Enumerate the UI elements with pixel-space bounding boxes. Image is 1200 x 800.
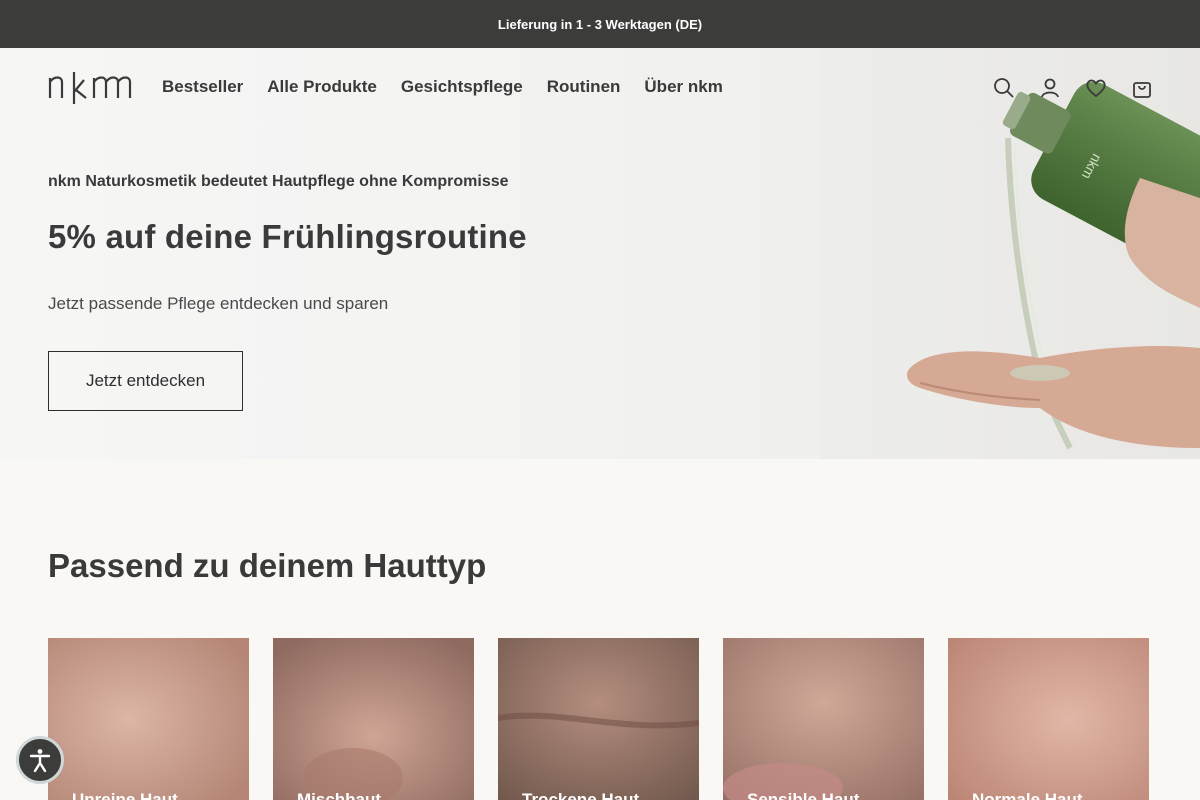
- nav-item-gesichtspflege[interactable]: Gesichtspflege: [401, 76, 523, 98]
- hero-subtitle: Jetzt passende Pflege entdecken und spar…: [48, 294, 389, 313]
- skin-types-title: Passend zu deinem Hauttyp: [48, 547, 487, 584]
- announcement-bar: Lieferung in 1 - 3 Werktagen (DE): [0, 0, 1200, 48]
- skin-type-label: Normale Haut: [972, 790, 1083, 800]
- skin-type-card-sensible-haut[interactable]: Sensible Haut: [723, 638, 924, 800]
- header-actions: [992, 76, 1154, 100]
- announcement-text: Lieferung in 1 - 3 Werktagen (DE): [497, 16, 703, 32]
- skin-type-label: Trockene Haut: [522, 790, 640, 800]
- skin-type-image: [498, 638, 699, 800]
- accessibility-icon: [29, 749, 51, 773]
- skin-type-card-mischhaut[interactable]: Mischhaut: [273, 638, 474, 800]
- skin-type-card-trockene-haut[interactable]: Trockene Haut: [498, 638, 699, 800]
- skin-type-card-normale-haut[interactable]: Normale Haut: [948, 638, 1149, 800]
- skin-type-card-unreine-haut[interactable]: Unreine Haut: [48, 638, 249, 800]
- skin-type-cards: Unreine Haut Mischhaut Trockene Haut Sen…: [48, 638, 1149, 800]
- account-icon[interactable]: [1038, 76, 1062, 100]
- nav-item-bestseller[interactable]: Bestseller: [162, 76, 243, 98]
- heart-icon[interactable]: [1084, 76, 1108, 100]
- hero-eyebrow: nkm Naturkosmetik bedeutet Hautpflege oh…: [48, 173, 509, 190]
- accessibility-button[interactable]: [16, 736, 64, 784]
- skin-type-label: Unreine Haut: [72, 790, 178, 800]
- skin-type-label: Mischhaut: [297, 790, 382, 800]
- skin-type-image: [948, 638, 1149, 800]
- skin-type-label: Sensible Haut: [747, 790, 860, 800]
- skin-type-image: [723, 638, 924, 800]
- hero-title: 5% auf deine Frühlingsroutine: [48, 218, 527, 255]
- hero-cta-button[interactable]: Jetzt entdecken: [48, 351, 243, 411]
- nav-item-alle-produkte[interactable]: Alle Produkte: [267, 76, 377, 98]
- logo-mark: [48, 72, 132, 104]
- skin-type-image: [48, 638, 249, 800]
- search-icon[interactable]: [992, 76, 1016, 100]
- nav-item-routinen[interactable]: Routinen: [547, 76, 621, 98]
- skin-type-image: [273, 638, 474, 800]
- main-nav: Bestseller Alle Produkte Gesichtspflege …: [162, 76, 723, 98]
- logo[interactable]: [48, 70, 138, 106]
- cart-icon[interactable]: [1130, 76, 1154, 100]
- nav-item-ueber-nkm[interactable]: Über nkm: [644, 76, 722, 98]
